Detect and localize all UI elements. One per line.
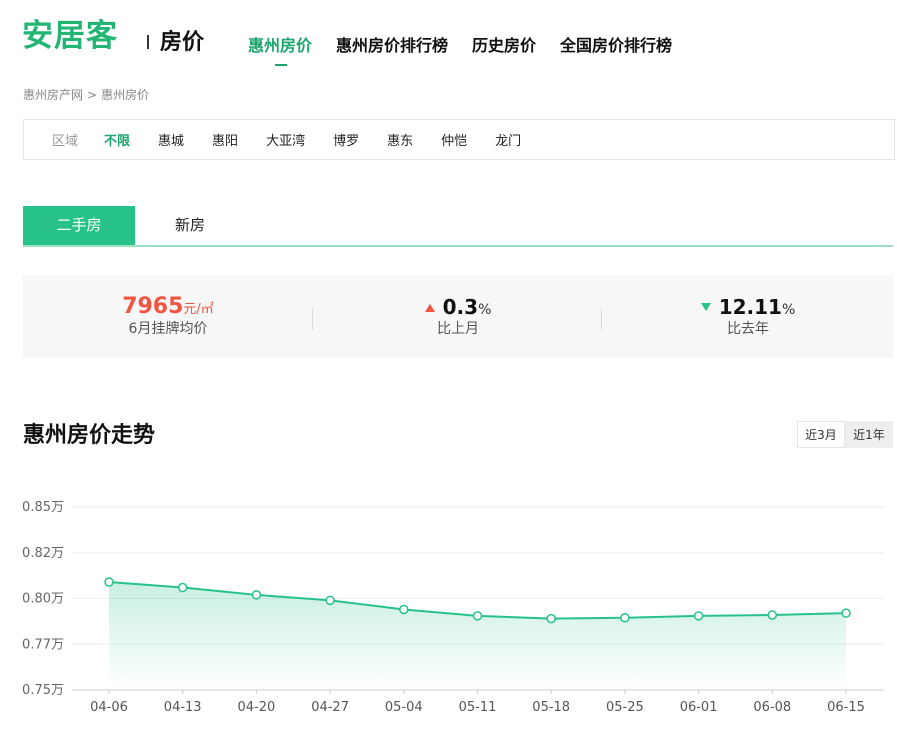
y-tick-label: 0.80万 bbox=[22, 592, 64, 607]
y-tick-label: 0.82万 bbox=[22, 546, 64, 561]
logo[interactable]: 安居客 bbox=[22, 16, 118, 56]
property-type-tabs: 二手房 新房 bbox=[23, 206, 893, 247]
range-toggle: 近3月 近1年 bbox=[797, 421, 893, 448]
nav-national-ranking[interactable]: 全国房价排行榜 bbox=[560, 34, 672, 58]
x-tick-label: 04-06 bbox=[90, 700, 128, 715]
x-tick-label: 05-25 bbox=[606, 700, 644, 715]
section-title: 房价 bbox=[160, 30, 205, 55]
data-point[interactable] bbox=[620, 612, 630, 623]
data-point[interactable] bbox=[546, 613, 556, 624]
month-change-value: 0.3 bbox=[442, 295, 479, 319]
stat-average-price: 7965元/㎡ 6月挂牌均价 bbox=[23, 275, 313, 358]
down-arrow-icon bbox=[700, 303, 711, 311]
stat-month-change: 0.3% 比上月 bbox=[313, 275, 603, 358]
price-trend-chart: 0.85万 0.82万 0.80万 0.77万 0.75万 04-06 04-13 04-2… bbox=[22, 500, 884, 715]
filter-item-all[interactable]: 不限 bbox=[104, 130, 130, 149]
filter-item-longmen[interactable]: 龙门 bbox=[495, 130, 521, 149]
x-tick-label: 04-27 bbox=[311, 700, 349, 715]
average-price-value: 7965 bbox=[122, 294, 184, 319]
chart-title: 惠州房价走势 bbox=[23, 423, 156, 448]
price-unit: 元/㎡ bbox=[183, 302, 214, 317]
price-stats-panel: 7965元/㎡ 6月挂牌均价 0.3% 比上月 12.11% 比去年 bbox=[23, 275, 893, 358]
breadcrumb-current[interactable]: 惠州房价 bbox=[101, 88, 149, 102]
nav-history-price[interactable]: 历史房价 bbox=[472, 34, 536, 58]
filter-item-boluo[interactable]: 博罗 bbox=[333, 130, 359, 149]
year-change-percent: % bbox=[781, 302, 796, 318]
x-tick-label: 05-18 bbox=[532, 700, 570, 715]
filter-label: 区域 bbox=[52, 134, 79, 149]
data-point[interactable] bbox=[177, 582, 188, 593]
x-tick-label: 04-20 bbox=[238, 700, 276, 715]
filter-item-zhongkai[interactable]: 仲恺 bbox=[441, 130, 467, 149]
stat-year-change: 12.11% 比去年 bbox=[603, 275, 893, 358]
x-tick-label: 05-04 bbox=[385, 700, 423, 715]
data-point[interactable] bbox=[767, 610, 778, 620]
x-tick-label: 06-08 bbox=[753, 700, 791, 715]
x-tick-label: 04-13 bbox=[164, 700, 202, 715]
y-tick-label: 0.85万 bbox=[22, 500, 64, 515]
x-tick-label: 06-15 bbox=[827, 700, 865, 715]
filter-item-dayawan[interactable]: 大亚湾 bbox=[266, 130, 305, 149]
tab-new-house[interactable]: 新房 bbox=[165, 206, 215, 245]
breadcrumb-separator: > bbox=[87, 88, 98, 102]
data-point[interactable] bbox=[251, 590, 262, 600]
year-change-label: 比去年 bbox=[727, 321, 769, 337]
stats-divider bbox=[601, 308, 602, 330]
region-filter: 区域 不限 惠城 惠阳 大亚湾 博罗 惠东 仲恺 龙门 bbox=[23, 119, 895, 160]
filter-item-huiyang[interactable]: 惠阳 bbox=[212, 130, 238, 149]
tab-second-hand[interactable]: 二手房 bbox=[23, 206, 135, 245]
month-change-label: 比上月 bbox=[437, 321, 479, 337]
month-change-percent: % bbox=[478, 302, 492, 318]
x-tick-label: 05-11 bbox=[459, 700, 497, 715]
nav-huizhou-price[interactable]: 惠州房价 bbox=[248, 34, 312, 66]
data-point[interactable] bbox=[841, 608, 851, 618]
main-nav: 惠州房价 惠州房价排行榜 历史房价 全国房价排行榜 bbox=[248, 34, 672, 66]
logo-divider bbox=[147, 35, 149, 49]
breadcrumb: 惠州房产网 > 惠州房价 bbox=[23, 87, 149, 103]
data-point[interactable] bbox=[325, 595, 335, 606]
data-point[interactable] bbox=[693, 611, 704, 621]
data-point[interactable] bbox=[104, 577, 114, 587]
nav-price-ranking[interactable]: 惠州房价排行榜 bbox=[336, 34, 448, 58]
y-tick-label: 0.77万 bbox=[22, 637, 64, 652]
data-point[interactable] bbox=[399, 604, 409, 615]
range-1-year-button[interactable]: 近1年 bbox=[845, 421, 893, 448]
year-change-value: 12.11 bbox=[718, 295, 782, 319]
range-3-months-button[interactable]: 近3月 bbox=[797, 421, 845, 448]
filter-item-huidong[interactable]: 惠东 bbox=[387, 130, 413, 149]
average-price-label: 6月挂牌均价 bbox=[128, 321, 208, 337]
x-tick-label: 06-01 bbox=[680, 700, 718, 715]
breadcrumb-home[interactable]: 惠州房产网 bbox=[23, 88, 83, 102]
up-arrow-icon bbox=[424, 304, 435, 312]
y-tick-label: 0.75万 bbox=[22, 683, 64, 698]
filter-item-huicheng[interactable]: 惠城 bbox=[158, 130, 184, 149]
data-point[interactable] bbox=[472, 611, 483, 621]
